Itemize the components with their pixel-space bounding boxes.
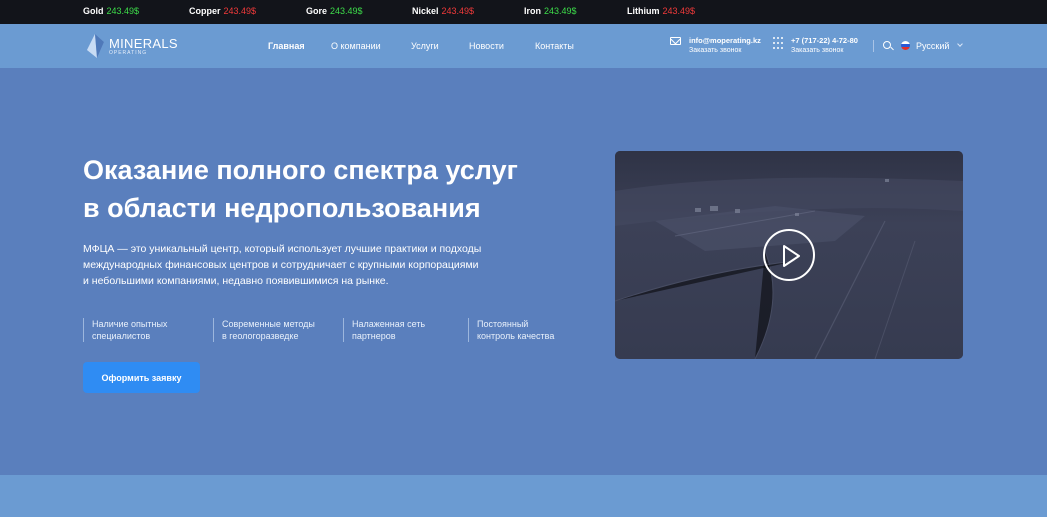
nav-home[interactable]: Главная (268, 41, 305, 51)
ticker-price: 243.49$ (223, 6, 257, 16)
ticker-name: Copper (189, 6, 221, 16)
feature-text: Налаженная сеть (352, 319, 426, 329)
mail-icon (670, 37, 681, 45)
ticker-price: 243.49$ (106, 6, 140, 16)
search-icon[interactable] (883, 41, 891, 49)
language-selector[interactable]: Русский (916, 41, 949, 51)
ticker-item-lithium: Lithium 243.49$ (627, 6, 695, 16)
ticker-price: 243.49$ (441, 6, 475, 16)
hero-description-line: международных финансовых центров и сотру… (83, 259, 479, 271)
ticker-price: 243.49$ (544, 6, 577, 16)
phone-dialpad-icon (773, 37, 784, 51)
submit-request-button[interactable]: Оформить заявку (83, 362, 200, 393)
phone-callback-link[interactable]: Заказать звонок (791, 47, 858, 54)
hero-title: Оказание полного спектра услуг в области… (83, 151, 603, 227)
feature-text: Постоянный (477, 319, 529, 329)
ticker-item-gore: Gore 243.49$ (306, 6, 363, 16)
next-section-band (0, 475, 1047, 517)
ticker-price: 243.49$ (662, 6, 696, 16)
hero-title-line: в области недропользования (83, 193, 481, 223)
feature-text: контроль качества (477, 331, 555, 341)
feature-quality: Постоянный контроль качества (468, 318, 554, 342)
play-button[interactable] (763, 229, 815, 281)
site-header: MINERALS OPERATING Главная О компании Ус… (0, 24, 1047, 68)
logo[interactable]: MINERALS OPERATING (84, 32, 180, 60)
nav-services[interactable]: Услуги (411, 41, 439, 51)
nav-contacts[interactable]: Контакты (535, 41, 574, 51)
ticker-item-nickel: Nickel 243.49$ (412, 6, 474, 16)
hero-description-line: МФЦА — это уникальный центр, который исп… (83, 243, 482, 255)
email-contact[interactable]: info@moperating.kz Заказать звонок (689, 36, 761, 54)
ticker-name: Nickel (412, 6, 439, 16)
hero-description: МФЦА — это уникальный центр, который исп… (83, 241, 523, 289)
feature-methods: Современные методы в геологоразведке (213, 318, 315, 342)
ticker-item-copper: Copper 243.49$ (189, 6, 256, 16)
header-divider (873, 40, 874, 52)
russia-flag-icon (901, 41, 910, 50)
chevron-down-icon[interactable] (957, 41, 963, 47)
feature-text: Современные методы (222, 319, 315, 329)
feature-text: партнеров (352, 331, 396, 341)
ticker-item-iron: Iron 243.49$ (524, 6, 577, 16)
feature-partners: Налаженная сеть партнеров (343, 318, 425, 342)
price-ticker: Gold 243.49$ Copper 243.49$ Gore 243.49$ Ni… (0, 0, 1047, 24)
logo-sub-text: OPERATING (109, 49, 148, 56)
feature-text: в геологоразведке (222, 331, 299, 341)
ticker-name: Gold (83, 6, 104, 16)
feature-experts: Наличие опытных специалистов (83, 318, 167, 342)
ticker-name: Lithium (627, 6, 660, 16)
hero-title-line: Оказание полного спектра услуг (83, 155, 518, 185)
phone-contact[interactable]: +7 (717-22) 4-72-80 Заказать звонок (791, 36, 858, 54)
ticker-price: 243.49$ (330, 6, 363, 16)
logo-main-text: MINERALS (109, 35, 178, 51)
video-player[interactable] (615, 151, 963, 359)
feature-text: специалистов (92, 331, 151, 341)
nav-news[interactable]: Новости (469, 41, 504, 51)
nav-about[interactable]: О компании (331, 41, 381, 51)
phone-number[interactable]: +7 (717-22) 4-72-80 (791, 36, 858, 45)
email-address[interactable]: info@moperating.kz (689, 36, 761, 45)
ticker-name: Iron (524, 6, 541, 16)
feature-text: Наличие опытных (92, 319, 168, 329)
email-callback-link[interactable]: Заказать звонок (689, 47, 761, 54)
play-icon (783, 245, 800, 267)
ticker-item-gold: Gold 243.49$ (83, 6, 139, 16)
hero-description-line: и небольшими компаниями, недавно появивш… (83, 275, 389, 287)
ticker-name: Gore (306, 6, 328, 16)
crystal-logo-icon (87, 34, 104, 58)
